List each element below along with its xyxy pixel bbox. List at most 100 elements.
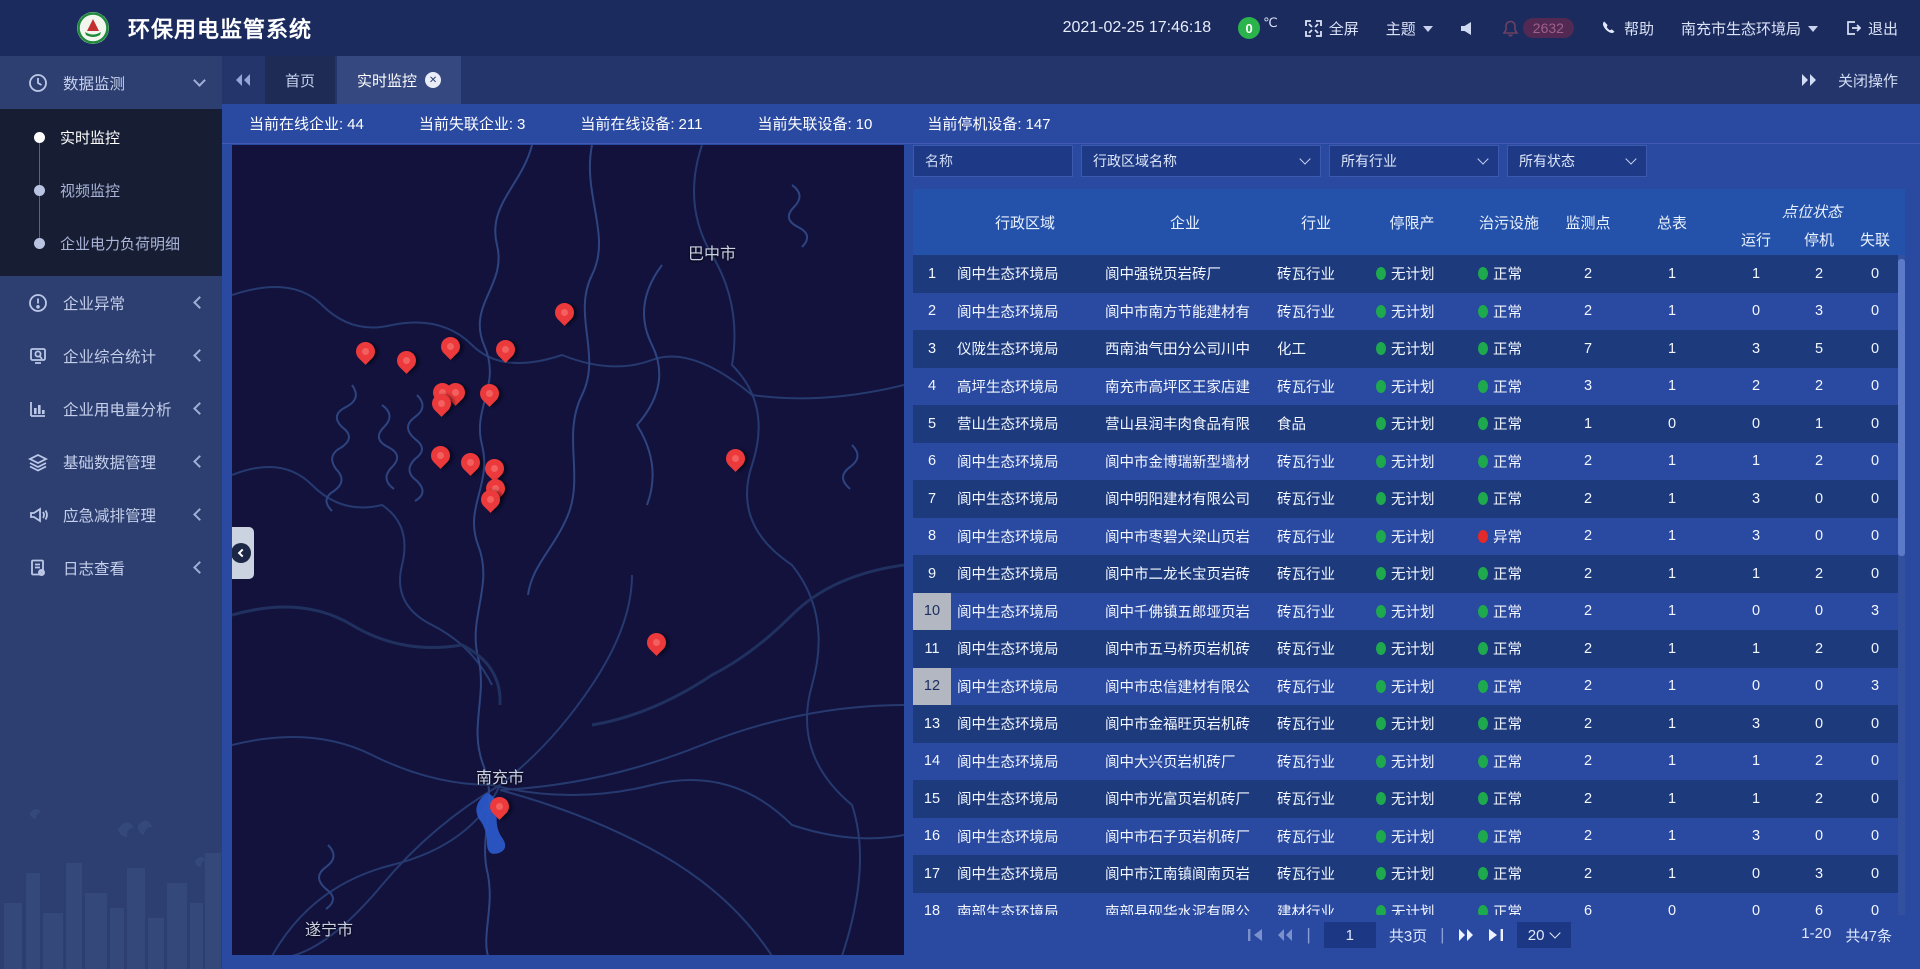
cell-region: 高坪生态环境局 (951, 368, 1099, 406)
status-text: 正常 (1493, 901, 1522, 915)
page-size-select[interactable]: 20 (1517, 922, 1571, 948)
table-row[interactable]: 11阆中生态环境局阆中市五马桥页岩机砖砖瓦行业无计划正常21120 (913, 630, 1905, 668)
table-row[interactable]: 9阆中生态环境局阆中市二龙长宝页岩砖砖瓦行业无计划正常21120 (913, 555, 1905, 593)
map-pin[interactable] (427, 442, 454, 469)
chevron-down-icon (1625, 153, 1636, 164)
map-pin[interactable] (492, 336, 519, 363)
sidebar-item-企业综合统计[interactable]: 企业综合统计 (0, 329, 222, 382)
main-content: 当前在线企业:44当前失联企业:3当前在线设备:211当前失联设备:10当前停机… (222, 104, 1920, 969)
sidebar-subitem-实时监控[interactable]: 实时监控 (0, 111, 222, 164)
map-pin[interactable] (643, 629, 670, 656)
tab-bar: 首页实时监控✕ 关闭操作 (222, 56, 1920, 104)
status-dot (1376, 567, 1386, 580)
table-row[interactable]: 6阆中生态环境局阆中市金博瑞新型墙材砖瓦行业无计划正常21120 (913, 443, 1905, 481)
prev-page-icon (1276, 928, 1293, 942)
tabs-scroll-right-button[interactable] (1801, 73, 1818, 87)
map-pin[interactable] (486, 793, 513, 820)
table-row[interactable]: 12阆中生态环境局阆中市忠信建材有限公砖瓦行业无计划正常21003 (913, 668, 1905, 706)
industry-select[interactable]: 所有行业 (1329, 145, 1499, 177)
map-pin[interactable] (393, 347, 420, 374)
region-select[interactable]: 行政区域名称 (1081, 145, 1321, 177)
org-dropdown[interactable]: 南充市生态环境局 (1681, 18, 1818, 39)
sidebar-item-应急减排管理[interactable]: 应急减排管理 (0, 488, 222, 541)
cell-run: 1 (1723, 780, 1789, 818)
sound-button[interactable] (1460, 21, 1475, 36)
sidebar-item-基础数据管理[interactable]: 基础数据管理 (0, 435, 222, 488)
table-row[interactable]: 8阆中生态环境局阆中市枣碧大梁山页岩砖瓦行业无计划异常21300 (913, 518, 1905, 556)
sidebar-subitem-label: 企业电力负荷明细 (60, 233, 180, 254)
status-dot (1376, 380, 1386, 393)
cell-run: 0 (1723, 668, 1789, 706)
cell-treatment: 正常 (1463, 630, 1555, 668)
table-row[interactable]: 16阆中生态环境局阆中市石子页岩机砖厂砖瓦行业无计划正常21300 (913, 818, 1905, 856)
sidebar-subitem-企业电力负荷明细[interactable]: 企业电力负荷明细 (0, 217, 222, 270)
map-pin[interactable] (476, 380, 503, 407)
col-run: 运行 (1723, 224, 1789, 255)
table-row[interactable]: 17阆中生态环境局阆中市江南镇阆南页岩砖瓦行业无计划正常21030 (913, 855, 1905, 893)
last-page-button[interactable] (1488, 928, 1504, 942)
notifications-button[interactable]: 2632 (1502, 18, 1574, 38)
sidebar-item-企业异常[interactable]: 企业异常 (0, 276, 222, 329)
sidebar-subitem-视频监控[interactable]: 视频监控 (0, 164, 222, 217)
tab-实时监控[interactable]: 实时监控✕ (337, 56, 461, 104)
map-pin[interactable] (722, 445, 749, 472)
cell-region: 阆中生态环境局 (951, 855, 1099, 893)
map-pin[interactable] (352, 338, 379, 365)
close-operation-button[interactable]: 关闭操作 (1838, 70, 1898, 91)
cell-treatment: 正常 (1463, 555, 1555, 593)
sidebar-item-企业用电量分析[interactable]: 企业用电量分析 (0, 382, 222, 435)
city-label: 南充市 (476, 764, 524, 788)
cell-limit: 无计划 (1361, 555, 1463, 593)
panel-collapse-button[interactable] (232, 527, 254, 579)
tab-close-icon[interactable]: ✕ (425, 72, 441, 88)
sidebar-item-日志查看[interactable]: 日志查看 (0, 541, 222, 594)
cell-company: 阆中市金福旺页岩机砖 (1099, 705, 1271, 743)
page-number-input[interactable]: 1 (1324, 922, 1376, 948)
cell-industry: 砖瓦行业 (1271, 555, 1361, 593)
cell-run: 3 (1723, 818, 1789, 856)
sidebar-item-数据监测[interactable]: 数据监测 (0, 56, 222, 109)
help-button[interactable]: 帮助 (1601, 18, 1654, 39)
table-row[interactable]: 18南部生态环境局南部县砚华水泥有限公建材行业无计划正常60060 (913, 893, 1905, 916)
table-row[interactable]: 1阆中生态环境局阆中强锐页岩砖厂砖瓦行业无计划正常21120 (913, 255, 1905, 293)
map-panel[interactable]: 巴中市南充市遂宁市 (232, 145, 904, 955)
cell-region: 南部生态环境局 (951, 893, 1099, 916)
map-pin[interactable] (437, 333, 464, 360)
logout-button[interactable]: 退出 (1845, 18, 1898, 39)
cell-lost: 0 (1849, 368, 1901, 406)
table-row[interactable]: 2阆中生态环境局阆中市南方节能建材有砖瓦行业无计划正常21030 (913, 293, 1905, 331)
cell-meters: 1 (1621, 855, 1723, 893)
cell-run: 1 (1723, 443, 1789, 481)
cell-treatment: 正常 (1463, 855, 1555, 893)
fullscreen-button[interactable]: 全屏 (1305, 18, 1359, 39)
table-row[interactable]: 4高坪生态环境局南充市高坪区王家店建砖瓦行业无计划正常31220 (913, 368, 1905, 406)
theme-dropdown[interactable]: 主题 (1386, 18, 1433, 39)
table-row[interactable]: 15阆中生态环境局阆中市光富页岩机砖厂砖瓦行业无计划正常21120 (913, 780, 1905, 818)
chevron-left-icon (193, 349, 206, 362)
tabs-scroll-left-button[interactable] (222, 73, 265, 87)
scrollbar-track[interactable] (1898, 255, 1905, 915)
table-row[interactable]: 5营山生态环境局营山县润丰肉食品有限食品无计划正常10010 (913, 405, 1905, 443)
first-page-button[interactable] (1247, 928, 1263, 942)
next-page-button[interactable] (1458, 928, 1475, 942)
tab-首页[interactable]: 首页 (265, 56, 335, 104)
sidebar-subitem-label: 实时监控 (60, 127, 120, 148)
map-pin[interactable] (457, 449, 484, 476)
cell-treatment: 正常 (1463, 443, 1555, 481)
table-row[interactable]: 13阆中生态环境局阆中市金福旺页岩机砖砖瓦行业无计划正常21300 (913, 705, 1905, 743)
page-title: 环保用电监管系统 (128, 12, 312, 44)
status-select[interactable]: 所有状态 (1507, 145, 1647, 177)
prev-page-button[interactable] (1276, 928, 1293, 942)
cell-run: 0 (1723, 405, 1789, 443)
row-index: 2 (913, 293, 951, 331)
scrollbar-thumb[interactable] (1898, 259, 1905, 556)
status-text: 无计划 (1391, 713, 1435, 734)
table-row[interactable]: 10阆中生态环境局阆中千佛镇五郎垭页岩砖瓦行业无计划正常21003 (913, 593, 1905, 631)
map-pin[interactable] (551, 299, 578, 326)
cell-stop: 0 (1789, 818, 1849, 856)
status-dot (1478, 642, 1488, 655)
table-row[interactable]: 7阆中生态环境局阆中明阳建材有限公司砖瓦行业无计划正常21300 (913, 480, 1905, 518)
table-row[interactable]: 14阆中生态环境局阆中大兴页岩机砖厂砖瓦行业无计划正常21120 (913, 743, 1905, 781)
name-search-input[interactable] (913, 145, 1073, 177)
table-row[interactable]: 3仪陇生态环境局西南油气田分公司川中化工无计划正常71350 (913, 330, 1905, 368)
